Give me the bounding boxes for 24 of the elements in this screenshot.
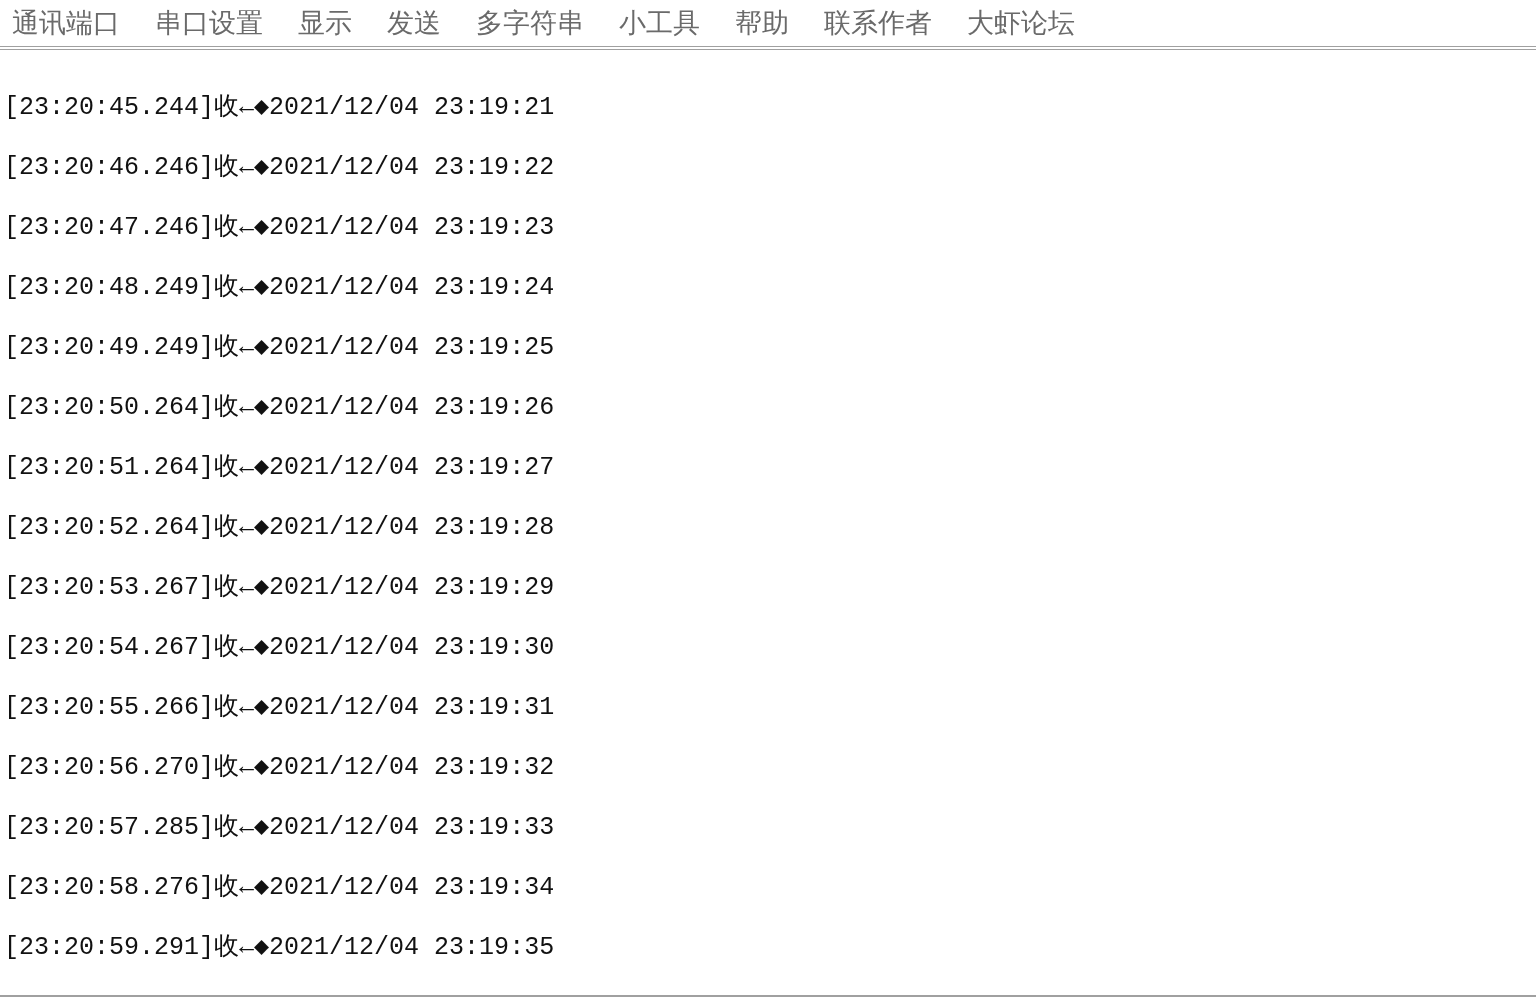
menu-item[interactable]: 小工具	[619, 5, 700, 41]
menu-item[interactable]: 显示	[298, 5, 352, 41]
log-line: [23:20:59.291]收←◆2021/12/04 23:19:35	[4, 932, 556, 964]
log-line: [23:20:48.249]收←◆2021/12/04 23:19:24	[4, 272, 556, 304]
menu-item[interactable]: 多字符串	[476, 5, 584, 41]
log-line: [23:20:49.249]收←◆2021/12/04 23:19:25	[4, 332, 556, 364]
log-line: [23:20:46.246]收←◆2021/12/04 23:19:22	[4, 152, 556, 184]
log-line: [23:20:55.266]收←◆2021/12/04 23:19:31	[4, 692, 556, 724]
log-line: [23:20:57.285]收←◆2021/12/04 23:19:33	[4, 812, 556, 844]
log-line: [23:20:45.244]收←◆2021/12/04 23:19:21	[4, 92, 556, 124]
menu-item[interactable]: 大虾论坛	[967, 5, 1075, 41]
menu-item[interactable]: 帮助	[735, 5, 789, 41]
log-line: [23:20:52.264]收←◆2021/12/04 23:19:28	[4, 512, 556, 544]
menu-item[interactable]: 联系作者	[824, 5, 932, 41]
menu-item[interactable]: 串口设置	[155, 5, 263, 41]
menu-item[interactable]: 通讯端口	[12, 5, 120, 41]
log-line: [23:20:54.267]收←◆2021/12/04 23:19:30	[4, 632, 556, 664]
log-line: [23:20:53.267]收←◆2021/12/04 23:19:29	[4, 572, 556, 604]
log-line: [23:20:47.246]收←◆2021/12/04 23:19:23	[4, 212, 556, 244]
log-line: [23:20:51.264]收←◆2021/12/04 23:19:27	[4, 452, 556, 484]
log-line: [23:20:56.270]收←◆2021/12/04 23:19:32	[4, 752, 556, 784]
log-line: [23:20:58.276]收←◆2021/12/04 23:19:34	[4, 872, 556, 904]
log-line: [23:20:50.264]收←◆2021/12/04 23:19:26	[4, 392, 556, 424]
menu-item[interactable]: 发送	[387, 5, 441, 41]
